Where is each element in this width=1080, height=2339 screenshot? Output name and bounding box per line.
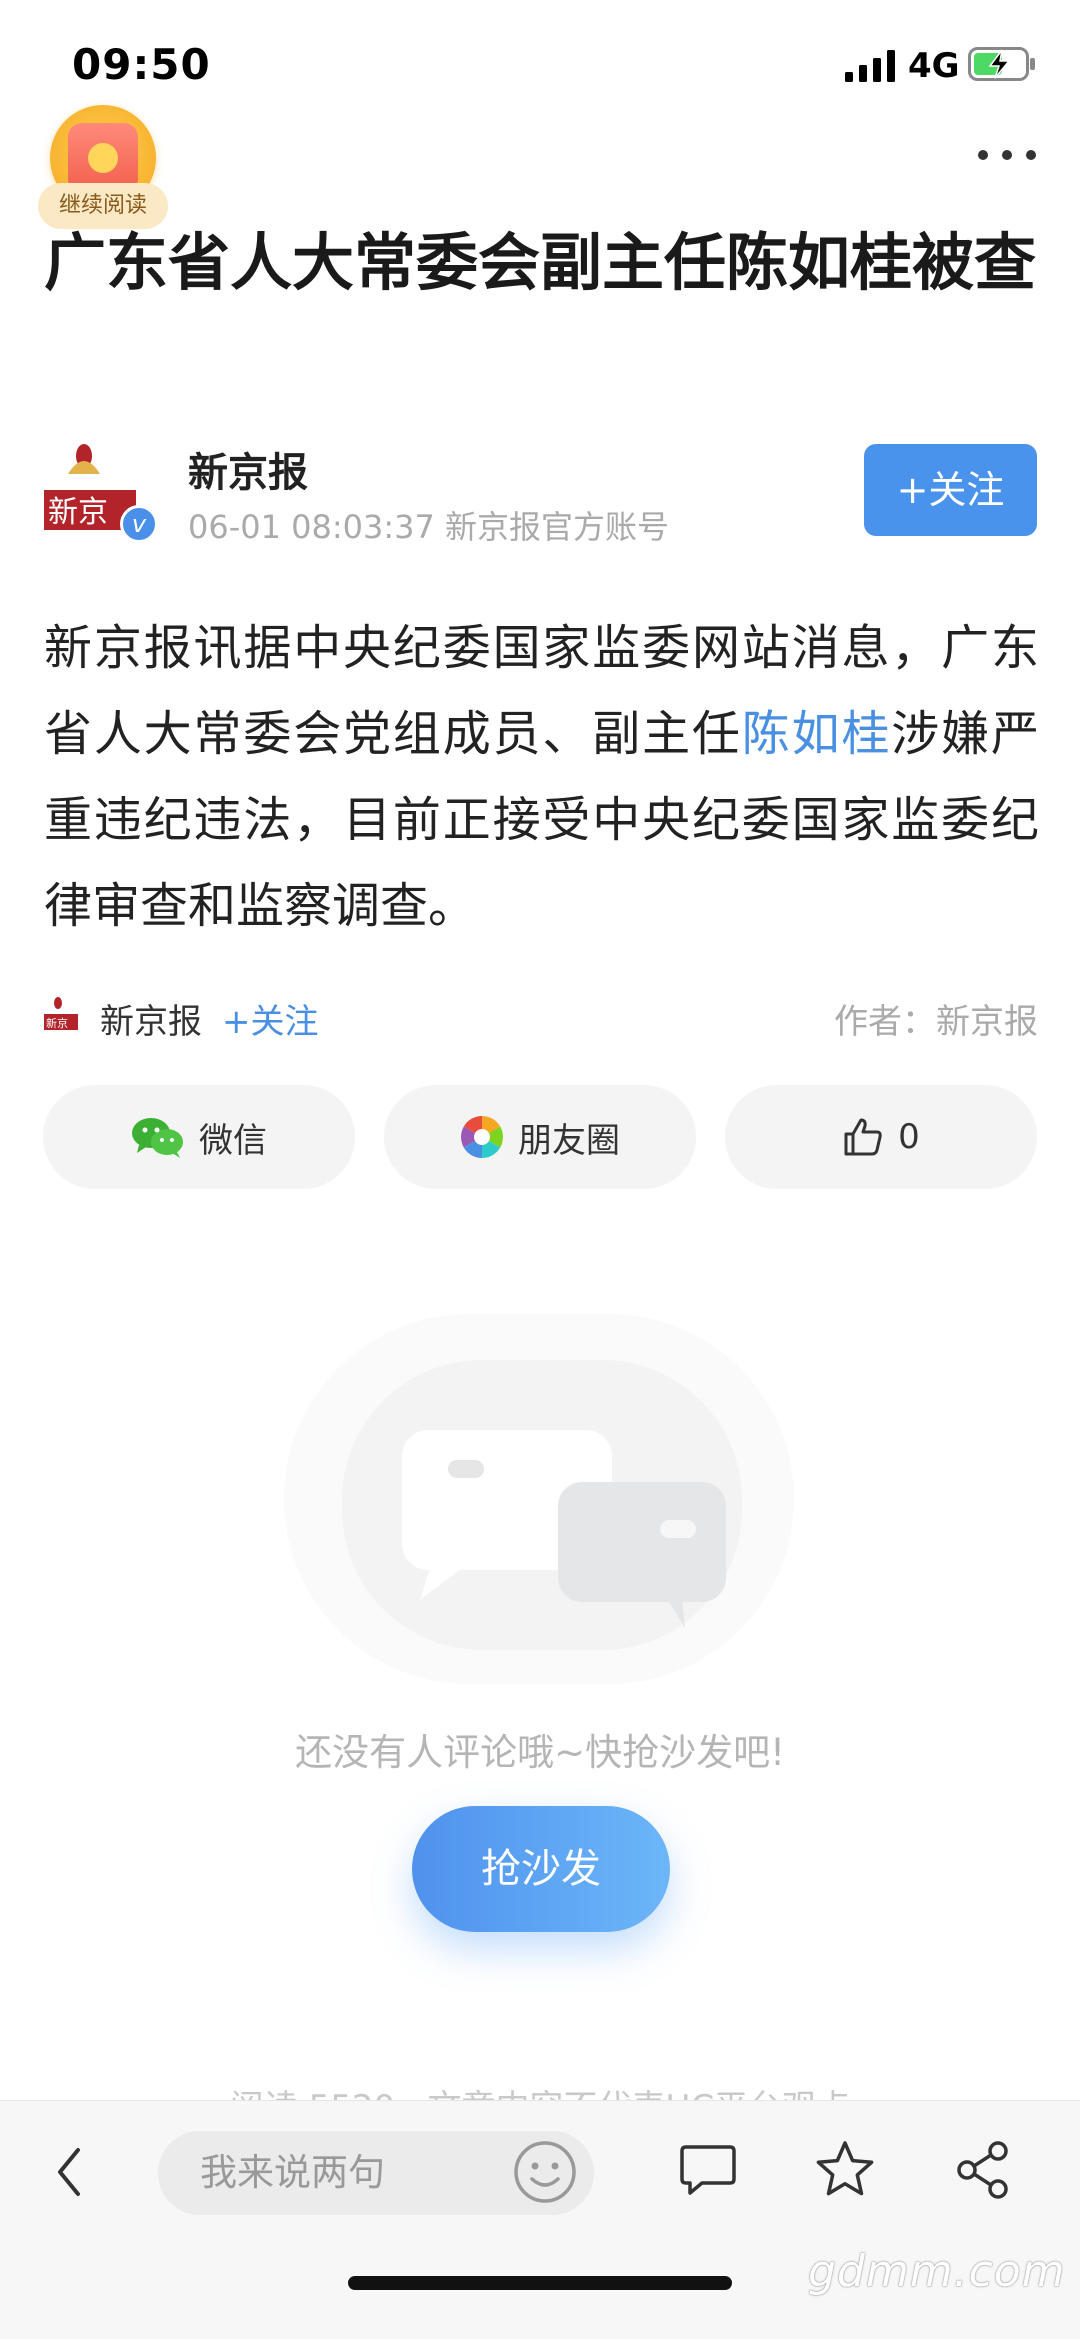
first-comment-button[interactable]: 抢沙发 [412, 1806, 670, 1932]
article-title: 广东省人大常委会副主任陈如桂被查 [44, 226, 1037, 299]
empty-comments-text: 还没有人评论哦~快抢沙发吧! [295, 1731, 785, 1774]
article-body: 新京报讯据中央纪委国家监委网站消息，广东省人大常委会党组成员、副主任陈如桂涉嫌严… [44, 605, 1039, 949]
follow-button[interactable]: +关注 [864, 444, 1037, 536]
network-type: 4G [908, 46, 960, 86]
status-time: 09:50 [72, 40, 211, 89]
person-link[interactable]: 陈如桂 [742, 706, 892, 762]
author-name[interactable]: 新京报 [188, 440, 308, 498]
battery-charging-icon [968, 47, 1035, 81]
like-button[interactable]: 0 [725, 1085, 1037, 1189]
svg-text:新京: 新京 [48, 495, 108, 530]
share-moments-button[interactable]: 朋友圈 [384, 1085, 696, 1189]
share-icon[interactable] [954, 2139, 1012, 2201]
article-page: 09:50 4G 继续阅读 广东省人大常委会副主任陈如桂被查 新京 v 新京报 … [0, 0, 1080, 2339]
source-logo[interactable]: 新京 [44, 996, 84, 1034]
comment-icon[interactable] [678, 2143, 738, 2199]
svg-text:新京: 新京 [46, 1016, 68, 1030]
watermark: gdmm.com [808, 2246, 1066, 2297]
verified-icon: v [120, 505, 158, 543]
moments-icon [460, 1116, 504, 1158]
share-moments-label: 朋友圈 [518, 1120, 620, 1161]
source-follow-link[interactable]: +关注 [222, 994, 319, 1043]
back-chevron-icon[interactable] [52, 2144, 84, 2200]
signal-icon [845, 50, 895, 82]
wechat-icon [132, 1118, 183, 1158]
bottom-toolbar: 我来说两句 [0, 2100, 1080, 2339]
smile-coin-icon [88, 143, 118, 173]
like-count: 0 [898, 1117, 920, 1157]
home-indicator[interactable] [348, 2276, 732, 2290]
emoji-icon[interactable] [512, 2139, 578, 2205]
thumbs-up-icon [844, 1118, 882, 1156]
source-name[interactable]: 新京报 [100, 994, 202, 1043]
continue-reading-badge[interactable]: 继续阅读 [38, 105, 168, 230]
empty-comments-illustration [284, 1314, 794, 1684]
author-meta: 06-01 08:03:37 新京报官方账号 [188, 508, 670, 546]
share-wechat-button[interactable]: 微信 [43, 1085, 355, 1189]
share-wechat-label: 微信 [199, 1120, 267, 1161]
favorite-star-icon[interactable] [814, 2139, 876, 2201]
author-credit: 作者：新京报 [834, 1002, 1038, 1042]
more-options-icon[interactable] [975, 140, 1039, 170]
